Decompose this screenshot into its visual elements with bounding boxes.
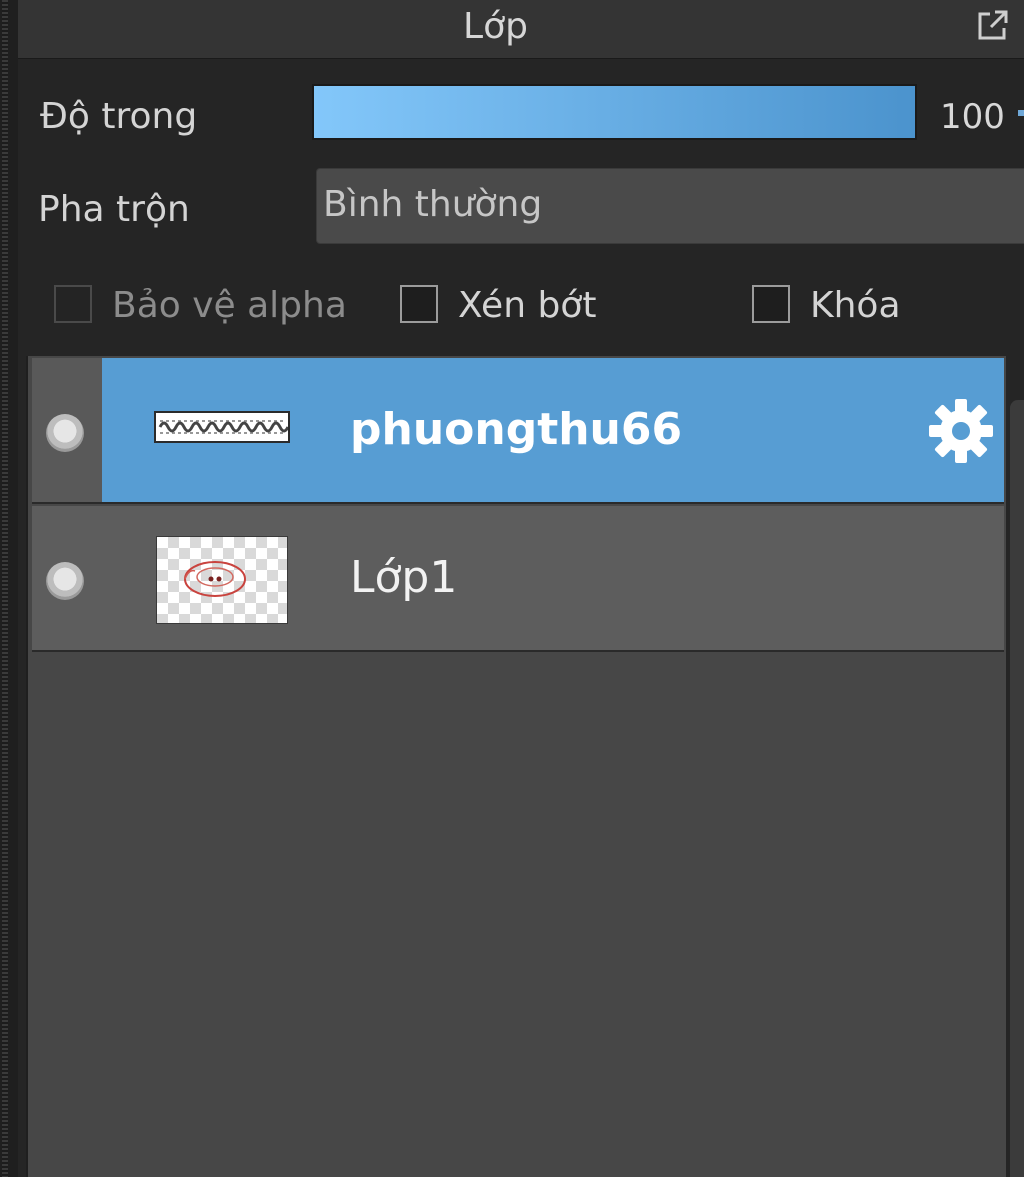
panel-title: Lớp xyxy=(463,6,528,47)
opacity-slider-fill xyxy=(314,86,915,138)
opacity-label: Độ trong xyxy=(40,96,198,137)
visibility-toggle-icon[interactable] xyxy=(46,562,84,600)
visibility-toggle-icon[interactable] xyxy=(46,414,84,452)
lock-checkbox[interactable] xyxy=(752,285,790,323)
opacity-value[interactable]: 100 xyxy=(940,93,1024,141)
layer-row-lop1[interactable]: Lớp1 xyxy=(32,506,1004,652)
panel-splitter[interactable] xyxy=(0,0,18,1177)
splitter-grip[interactable] xyxy=(2,0,8,1177)
blend-mode-label: Pha trộn xyxy=(38,189,190,230)
opacity-slider[interactable] xyxy=(312,84,917,140)
layers-panel: Lớp Độ trong 100 Pha trộn Bình thường Bả… xyxy=(0,0,1024,1177)
layer-list-scrollbar[interactable] xyxy=(1010,400,1024,1177)
layer-thumbnail xyxy=(156,536,288,624)
layer-list: phuongthu66 Lớp1 xyxy=(26,356,1006,1177)
opacity-spin-arrow[interactable] xyxy=(1018,110,1024,116)
blend-mode-dropdown[interactable]: Bình thường xyxy=(316,168,1024,244)
layer-row-phuongthu66[interactable]: phuongthu66 xyxy=(32,358,1004,504)
clipping-label: Xén bớt xyxy=(458,285,597,326)
gear-icon[interactable] xyxy=(926,396,996,466)
protect-alpha-label: Bảo vệ alpha xyxy=(112,285,347,326)
clipping-checkbox[interactable] xyxy=(400,285,438,323)
layer-name[interactable]: phuongthu66 xyxy=(350,402,682,458)
layer-thumbnail xyxy=(154,411,290,443)
protect-alpha-checkbox[interactable] xyxy=(54,285,92,323)
popout-icon[interactable] xyxy=(976,8,1010,42)
layer-name[interactable]: Lớp1 xyxy=(350,550,457,606)
panel-titlebar: Lớp xyxy=(18,0,1024,59)
lock-label: Khóa xyxy=(810,285,901,326)
blend-mode-value: Bình thường xyxy=(323,184,543,225)
